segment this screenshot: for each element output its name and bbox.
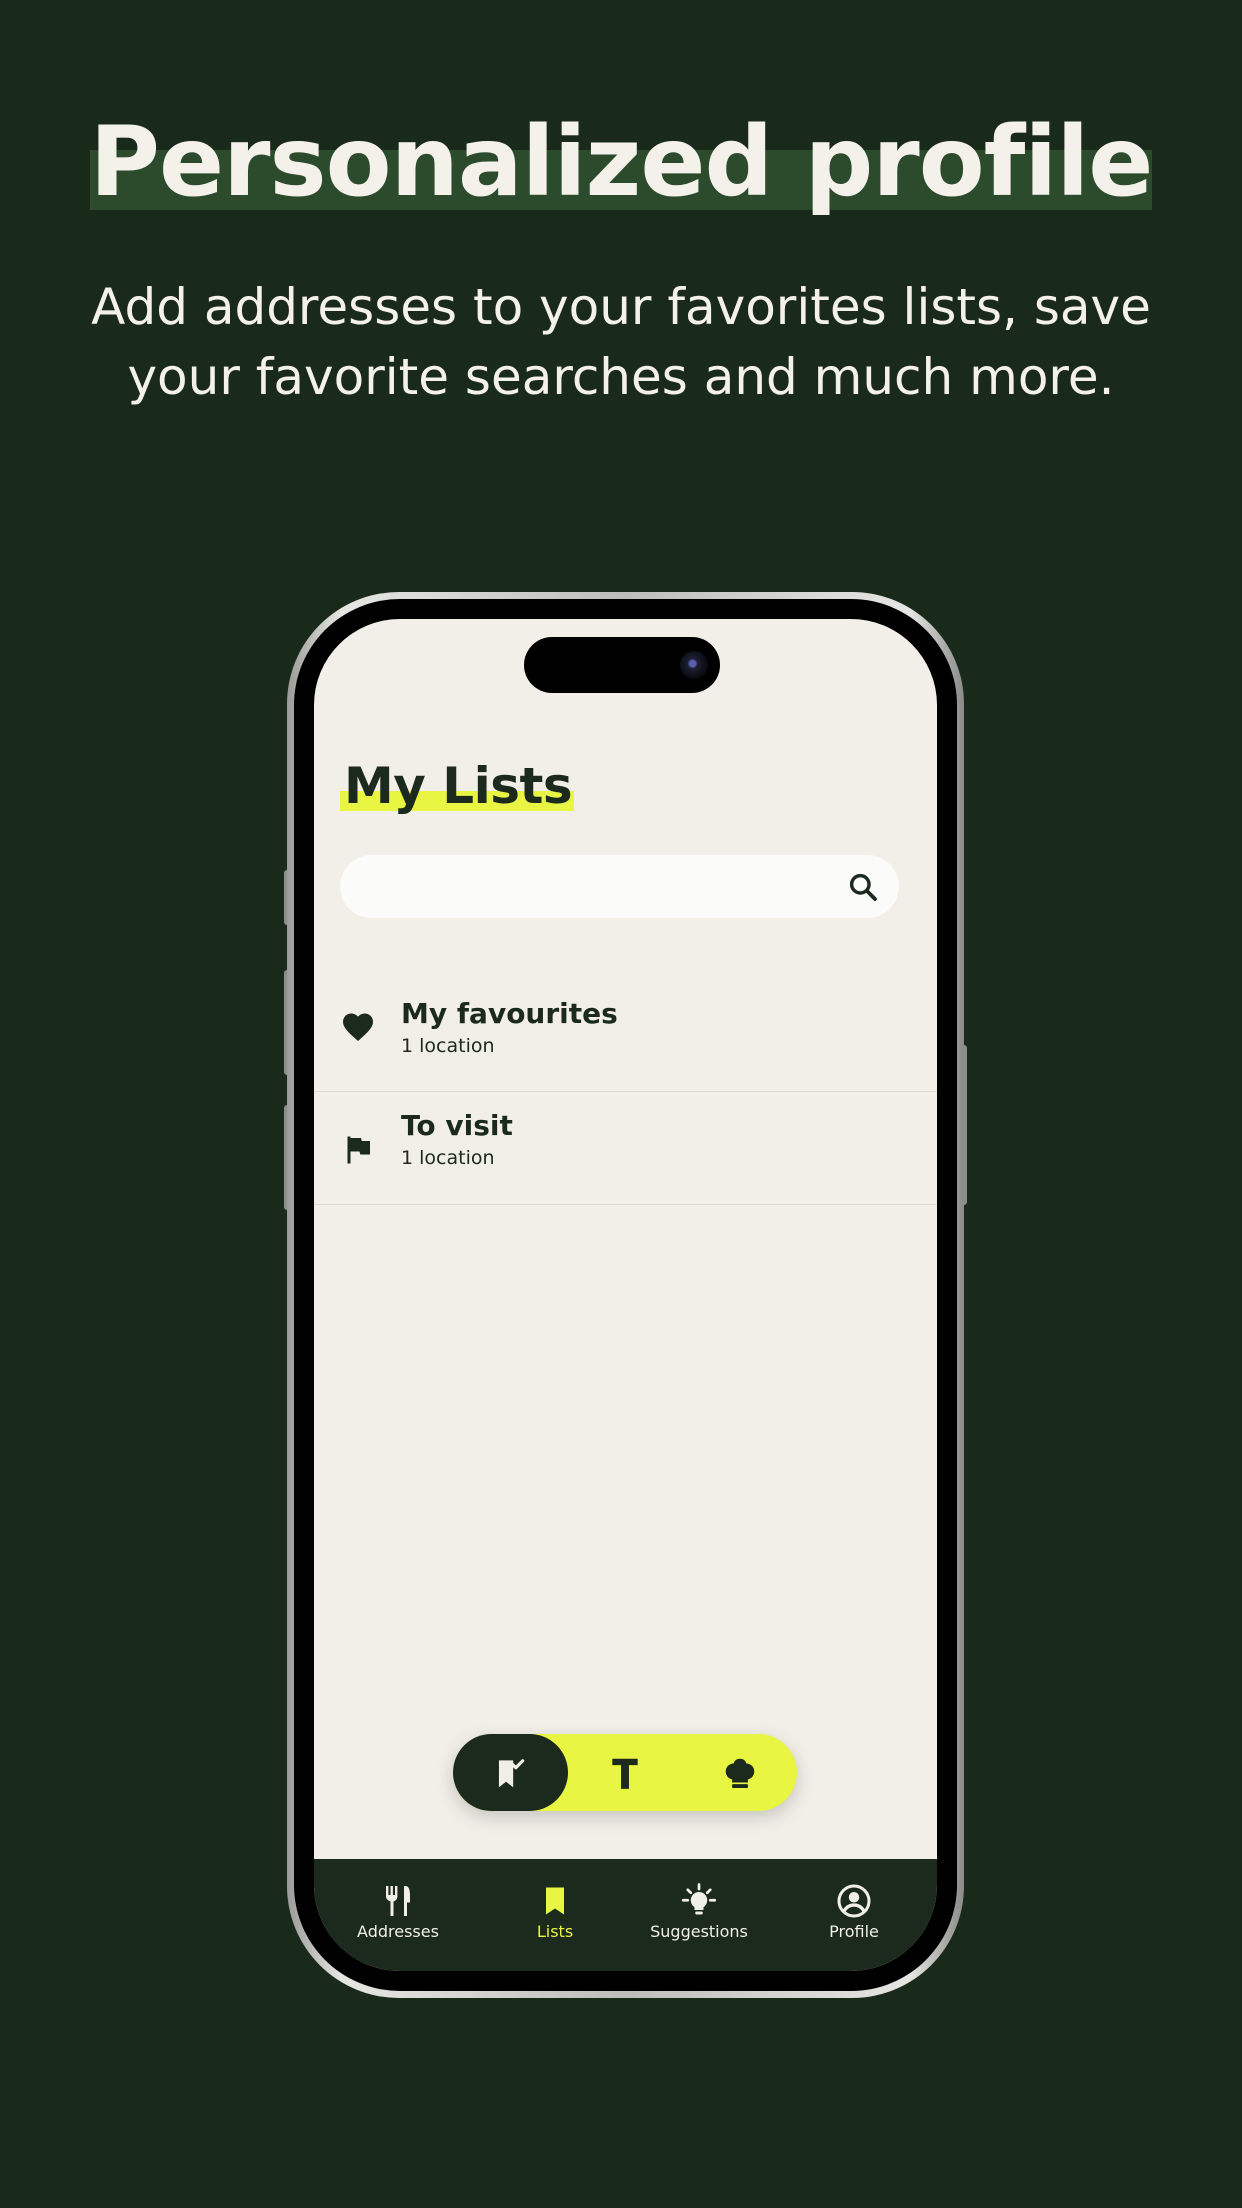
tab-label: Profile — [829, 1922, 879, 1941]
search-input[interactable] — [362, 855, 822, 918]
text-t-icon[interactable] — [606, 1754, 644, 1792]
list-item-to-visit[interactable]: To visit 1 location — [314, 1092, 937, 1205]
camera-icon — [680, 651, 708, 679]
tab-label: Addresses — [357, 1922, 439, 1941]
page-title-text: My Lists — [344, 757, 573, 815]
phone-body: My Lists My favourites 1 location To vis… — [294, 599, 957, 1991]
promo-subtitle: Add addresses to your favorites lists, s… — [91, 278, 1151, 406]
bookmark-icon — [546, 1887, 564, 1915]
tab-lists[interactable]: Lists — [480, 1883, 630, 1941]
list-name: My favourites — [401, 997, 618, 1030]
flag-icon — [347, 1136, 370, 1164]
tab-profile[interactable]: Profile — [779, 1883, 929, 1941]
chef-hat-icon[interactable] — [721, 1754, 759, 1792]
tab-label: Lists — [536, 1922, 574, 1941]
tab-addresses[interactable]: Addresses — [323, 1883, 473, 1941]
promo-headline-text: Personalized profile — [89, 106, 1154, 218]
list-count: 1 location — [401, 1147, 495, 1169]
page-title: My Lists — [340, 757, 575, 815]
view-toggle[interactable] — [453, 1734, 797, 1811]
promo-headline: Personalized profile — [89, 105, 1154, 220]
lightbulb-icon — [681, 1883, 717, 1915]
phone-screen: My Lists My favourites 1 location To vis… — [314, 619, 937, 1971]
fork-knife-icon — [386, 1886, 410, 1916]
tab-suggestions[interactable]: Suggestions — [624, 1883, 774, 1941]
tab-label: Suggestions — [650, 1922, 748, 1941]
dynamic-island — [524, 637, 720, 693]
list-name: To visit — [401, 1109, 513, 1142]
heart-icon — [343, 1013, 373, 1041]
promo-headline-wrap: Personalized profile — [0, 105, 1242, 220]
search-icon[interactable] — [847, 871, 879, 903]
search-bar[interactable] — [340, 855, 899, 918]
bottom-tab-bar: Addresses Lists Suggestions Profile — [314, 1859, 937, 1971]
list-item-my-favourites[interactable]: My favourites 1 location — [314, 979, 937, 1092]
bookmark-check-icon[interactable] — [491, 1754, 529, 1792]
page-title-wrap: My Lists — [340, 757, 575, 815]
user-circle-icon — [837, 1884, 871, 1918]
list-count: 1 location — [401, 1035, 495, 1057]
phone-frame: My Lists My favourites 1 location To vis… — [287, 592, 964, 1998]
